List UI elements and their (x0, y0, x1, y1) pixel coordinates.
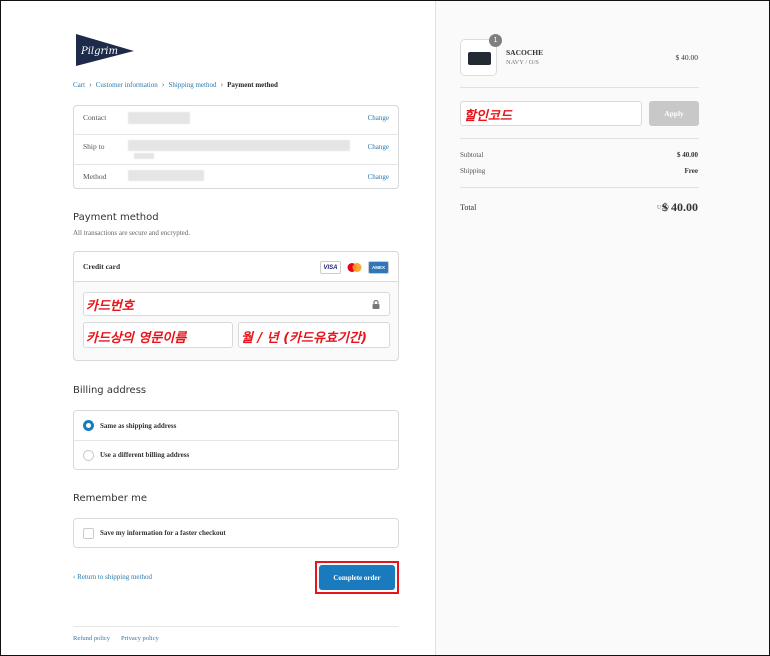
chevron-right-icon: › (220, 80, 224, 89)
subtotal-value: $ 40.00 (677, 151, 698, 159)
billing-different-option[interactable]: Use a different billing address (74, 440, 398, 469)
billing-options: Same as shipping address Use a different… (73, 410, 399, 470)
method-label: Method (83, 172, 107, 181)
payment-method-heading: Payment method (73, 212, 159, 223)
visa-icon: VISA (320, 261, 341, 274)
total-label: Total (460, 203, 477, 212)
summary-divider (460, 187, 699, 188)
quantity-badge: 1 (489, 34, 502, 47)
product-price: $ 40.00 (675, 53, 699, 62)
return-to-shipping-link[interactable]: ‹ Return to shipping method (73, 573, 152, 581)
billing-address-heading: Billing address (73, 385, 147, 396)
chevron-right-icon: › (89, 80, 92, 89)
radio-selected[interactable] (83, 420, 94, 431)
order-summary: 1 SACOCHE NAVY / O/S $ 40.00 할인코드 Apply … (435, 1, 769, 655)
chevron-right-icon: › (161, 80, 165, 89)
breadcrumb-customer-information[interactable]: Customer information (96, 81, 158, 89)
breadcrumb-shipping-method[interactable]: Shipping method (168, 81, 216, 89)
expiry-annotation: 월 / 년 (카드유효기간) (241, 331, 367, 346)
method-value-redacted (128, 170, 204, 181)
return-to-shipping-label: Return to shipping method (77, 573, 152, 581)
change-ship-to-link[interactable]: Change (368, 143, 389, 151)
ship-to-value-redacted-2 (134, 153, 154, 159)
ship-to-value-redacted (128, 140, 350, 151)
product-variant: NAVY / O/S (506, 59, 539, 66)
card-number-annotation: 카드번호 (86, 299, 134, 314)
total-value: $ 40.00 (662, 200, 698, 214)
remember-checkbox[interactable] (83, 528, 94, 539)
card-brand-icons: VISA AMEX (320, 261, 389, 274)
review-row-ship-to: Ship to Change (74, 134, 398, 164)
contact-value-redacted (128, 112, 190, 124)
payment-secure-note: All transactions are secure and encrypte… (73, 229, 191, 237)
remember-me-heading: Remember me (73, 493, 147, 504)
billing-same-label: Same as shipping address (100, 421, 177, 430)
credit-card-label: Credit card (83, 262, 121, 271)
product-image (468, 52, 491, 65)
shipping-label: Shipping (460, 167, 486, 175)
svg-text:Pilgrim: Pilgrim (80, 46, 118, 57)
ship-to-label: Ship to (83, 142, 105, 151)
radio-unselected[interactable] (83, 449, 94, 461)
breadcrumb-payment-method: Payment method (227, 81, 278, 89)
summary-divider (460, 87, 699, 88)
refund-policy-link[interactable]: Refund policy (73, 635, 110, 642)
shipping-value: Free (684, 167, 698, 175)
credit-card-header: Credit card VISA AMEX (74, 252, 398, 282)
review-row-method: Method Change (74, 164, 398, 190)
breadcrumb: Cart › Customer information › Shipping metho… (73, 80, 278, 89)
complete-order-button[interactable]: Complete order (319, 565, 395, 590)
remember-me-option[interactable]: Save my information for a faster checkou… (73, 518, 399, 548)
amex-icon: AMEX (368, 261, 389, 274)
lock-icon (372, 300, 380, 309)
product-name: SACOCHE (506, 48, 544, 57)
cardholder-name-annotation: 카드상의 영문이름 (86, 331, 187, 346)
summary-divider (460, 138, 699, 139)
breadcrumb-cart[interactable]: Cart (73, 81, 85, 89)
subtotal-label: Subtotal (460, 151, 484, 159)
contact-label: Contact (83, 113, 107, 122)
privacy-policy-link[interactable]: Privacy policy (121, 635, 159, 642)
change-method-link[interactable]: Change (368, 173, 389, 181)
checkout-main: Pilgrim Cart › Customer information › Shippi… (1, 1, 435, 655)
billing-same-option[interactable]: Same as shipping address (74, 411, 398, 440)
discount-code-annotation: 할인코드 (464, 109, 512, 124)
remember-label: Save my information for a faster checkou… (100, 529, 226, 537)
pilgrim-logo[interactable]: Pilgrim (72, 32, 136, 68)
footer-divider (73, 626, 399, 627)
review-row-contact: Contact Change (74, 106, 398, 134)
credit-card-panel: Credit card VISA AMEX 카드번호 카드상의 영문이름 월 /… (73, 251, 399, 361)
billing-different-label: Use a different billing address (100, 451, 190, 459)
mastercard-icon (344, 261, 365, 274)
change-contact-link[interactable]: Change (368, 114, 389, 122)
apply-discount-button[interactable]: Apply (649, 101, 699, 126)
review-block: Contact Change Ship to Change Method Cha… (73, 105, 399, 189)
